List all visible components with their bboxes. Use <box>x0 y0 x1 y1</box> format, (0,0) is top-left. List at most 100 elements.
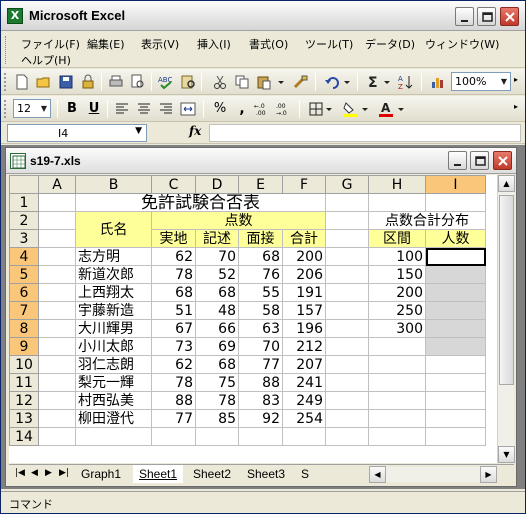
column-header[interactable]: F <box>282 175 326 194</box>
paste-icon[interactable] <box>255 73 273 91</box>
cell[interactable] <box>282 427 326 446</box>
cell[interactable] <box>38 283 76 302</box>
underline-icon[interactable]: U <box>85 100 103 118</box>
menu-format[interactable]: 書式(O) <box>247 35 290 53</box>
name-cell[interactable]: 村西弘美 <box>75 391 152 410</box>
decrease-decimal-icon[interactable]: .00→.0 <box>275 100 293 118</box>
row-header[interactable]: 8 <box>9 319 39 338</box>
cell[interactable] <box>38 373 76 392</box>
score-cell[interactable]: 48 <box>195 301 239 320</box>
row-header[interactable]: 13 <box>9 409 39 428</box>
bin-cell[interactable]: 250 <box>368 301 426 320</box>
column-header-active[interactable]: I <box>425 175 486 194</box>
score-cell[interactable]: 68 <box>238 247 283 266</box>
name-cell[interactable]: 梨元一輝 <box>75 373 152 392</box>
score-cell[interactable]: 73 <box>151 337 196 356</box>
row-header[interactable]: 11 <box>9 373 39 392</box>
cell[interactable] <box>151 427 196 446</box>
score-cell[interactable]: 69 <box>195 337 239 356</box>
row-header[interactable]: 10 <box>9 355 39 374</box>
score-cell[interactable]: 78 <box>195 391 239 410</box>
workbook-maximize-button[interactable] <box>470 151 489 170</box>
sub-header[interactable]: 面接 <box>238 229 283 248</box>
last-sheet-icon[interactable]: ▶| <box>59 468 69 478</box>
score-cell[interactable]: 207 <box>282 355 326 374</box>
name-cell[interactable]: 志方明 <box>75 247 152 266</box>
cell[interactable] <box>325 193 369 212</box>
cell[interactable] <box>368 427 426 446</box>
cell[interactable] <box>425 427 486 446</box>
maximize-button[interactable] <box>477 7 496 26</box>
menu-edit[interactable]: 編集(E) <box>85 35 127 53</box>
vertical-scrollbar[interactable]: ▲ ▼ <box>497 175 515 463</box>
score-cell[interactable]: 70 <box>238 337 283 356</box>
cell[interactable] <box>425 391 486 410</box>
score-cell[interactable]: 55 <box>238 283 283 302</box>
align-center-icon[interactable] <box>135 100 153 118</box>
name-cell[interactable]: 上西翔太 <box>75 283 152 302</box>
count-cell[interactable] <box>425 337 486 356</box>
workbook-minimize-button[interactable] <box>448 151 467 170</box>
score-cell[interactable]: 241 <box>282 373 326 392</box>
score-cell[interactable]: 191 <box>282 283 326 302</box>
cell[interactable] <box>325 301 369 320</box>
cell[interactable] <box>368 373 426 392</box>
name-cell[interactable]: 羽仁志朗 <box>75 355 152 374</box>
cell[interactable] <box>38 247 76 266</box>
cell[interactable] <box>238 427 283 446</box>
score-cell[interactable]: 212 <box>282 337 326 356</box>
zoom-select[interactable]: 100% ▼ <box>451 72 511 91</box>
menu-help[interactable]: ヘルプ(H) <box>19 51 73 69</box>
font-size-select[interactable]: 12 ▼ <box>13 99 51 118</box>
row-header[interactable]: 9 <box>9 337 39 356</box>
sheet-title[interactable]: 免許試験合否表 <box>75 193 326 212</box>
cell[interactable] <box>325 373 369 392</box>
score-cell[interactable]: 157 <box>282 301 326 320</box>
merge-center-icon[interactable] <box>179 100 197 118</box>
score-cell[interactable]: 78 <box>151 265 196 284</box>
row-header[interactable]: 4 <box>9 247 39 266</box>
column-header[interactable]: E <box>238 175 283 194</box>
cell[interactable] <box>325 337 369 356</box>
cell[interactable] <box>325 355 369 374</box>
cell[interactable] <box>325 283 369 302</box>
row-header[interactable]: 6 <box>9 283 39 302</box>
score-cell[interactable]: 249 <box>282 391 326 410</box>
bin-cell[interactable]: 150 <box>368 265 426 284</box>
row-header[interactable]: 12 <box>9 391 39 410</box>
tab-sheet2[interactable]: Sheet2 <box>187 465 238 483</box>
align-left-icon[interactable] <box>113 100 131 118</box>
score-cell[interactable]: 75 <box>195 373 239 392</box>
prev-sheet-icon[interactable]: ◀ <box>31 468 38 478</box>
new-icon[interactable] <box>13 73 31 91</box>
cell[interactable] <box>38 391 76 410</box>
chart-wizard-icon[interactable] <box>429 73 447 91</box>
score-cell[interactable]: 76 <box>238 265 283 284</box>
column-header[interactable]: A <box>38 175 76 194</box>
spelling-icon[interactable]: ABC <box>157 73 175 91</box>
row-header[interactable]: 1 <box>9 193 39 212</box>
sort-ascending-icon[interactable]: AZ <box>397 73 415 91</box>
row-header[interactable]: 2 <box>9 211 39 230</box>
cell[interactable] <box>75 427 152 446</box>
undo-icon[interactable] <box>323 73 341 91</box>
score-cell[interactable]: 206 <box>282 265 326 284</box>
bin-cell[interactable]: 100 <box>368 247 426 266</box>
save-icon[interactable] <box>57 73 75 91</box>
minimize-button[interactable] <box>455 7 474 26</box>
name-cell[interactable]: 柳田澄代 <box>75 409 152 428</box>
scroll-left-icon[interactable]: ◀ <box>369 466 386 483</box>
row-header[interactable]: 7 <box>9 301 39 320</box>
bin-cell[interactable]: 200 <box>368 283 426 302</box>
font-color-icon[interactable]: A <box>377 100 395 118</box>
score-cell[interactable]: 62 <box>151 355 196 374</box>
cell-table[interactable]: A B C D E F G H I 1 免許試験合否表 2 氏名 点数 点数合計… <box>9 175 486 446</box>
score-cell[interactable]: 66 <box>195 319 239 338</box>
score-cell[interactable]: 68 <box>151 283 196 302</box>
cell[interactable] <box>325 409 369 428</box>
sub-header[interactable]: 記述 <box>195 229 239 248</box>
dist-header[interactable]: 区間 <box>368 229 426 248</box>
cell[interactable] <box>325 247 369 266</box>
cell[interactable] <box>38 337 76 356</box>
menu-view[interactable]: 表示(V) <box>139 35 181 53</box>
